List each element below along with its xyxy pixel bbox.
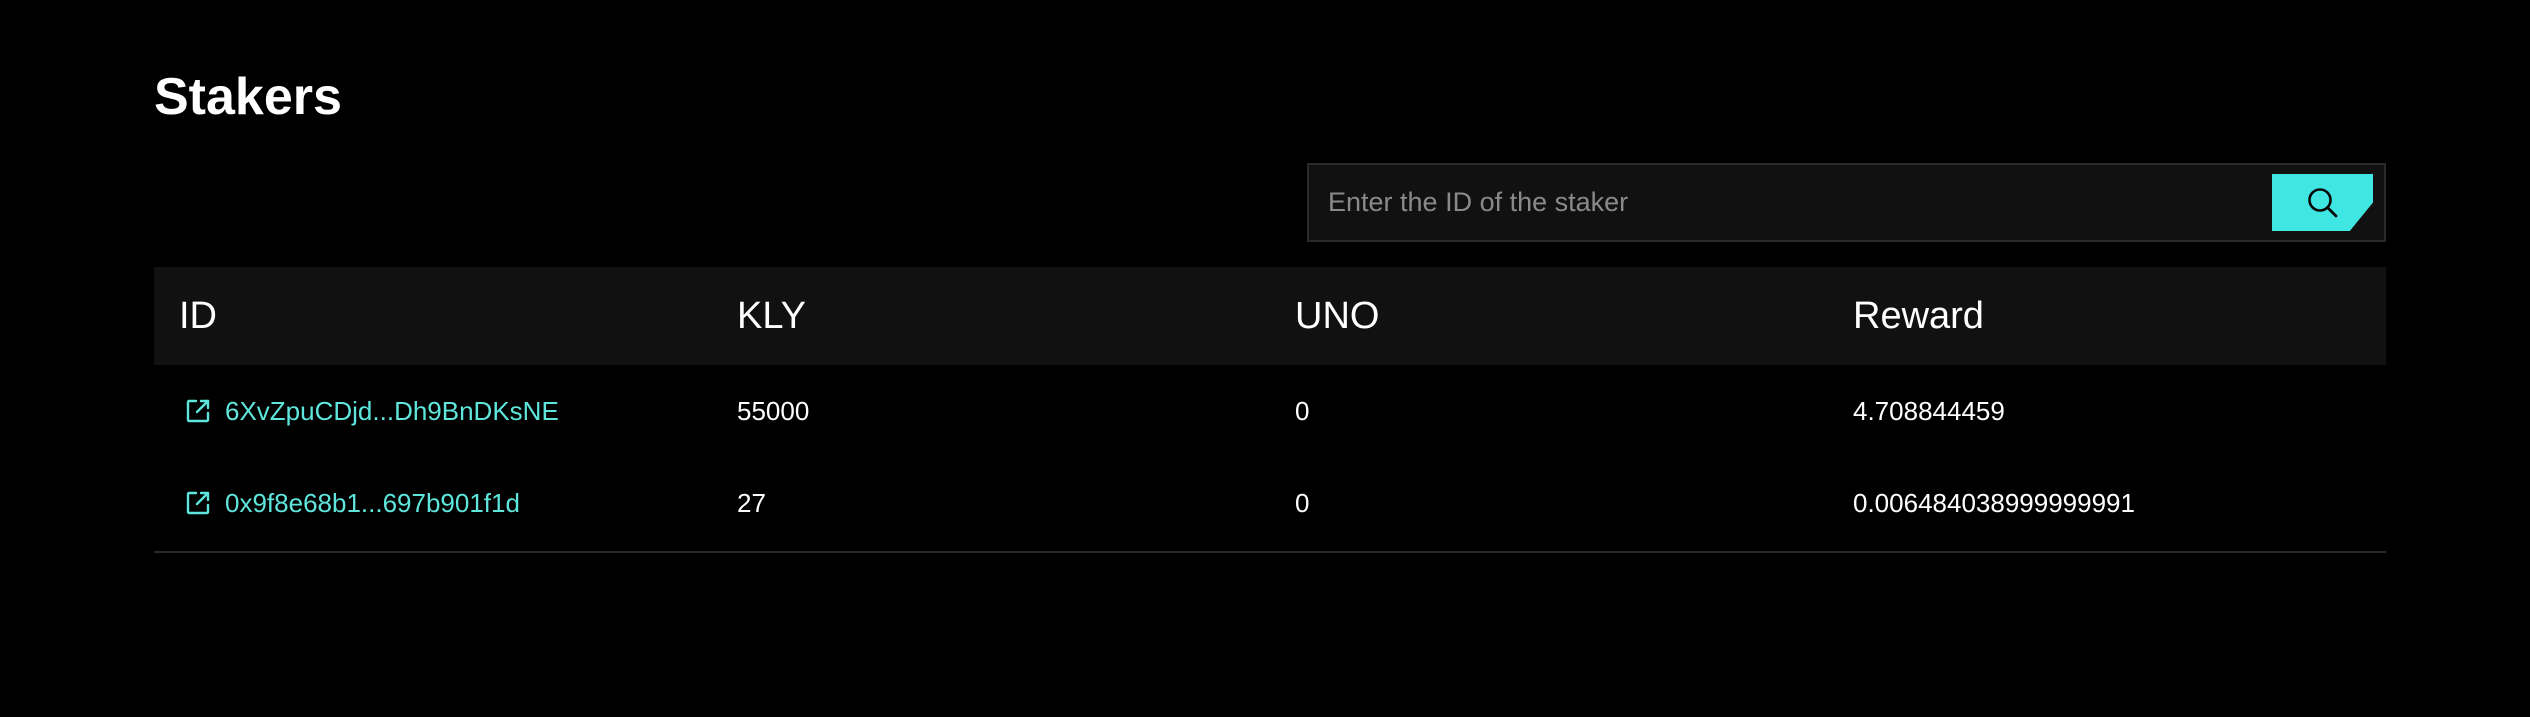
staker-id-cell: 0x9f8e68b1...697b901f1d xyxy=(154,488,712,519)
external-link-icon[interactable] xyxy=(184,489,212,517)
uno-value: 0 xyxy=(1295,395,1310,426)
page-title: Stakers xyxy=(154,68,342,126)
table-header: ID KLY UNO Reward xyxy=(154,267,2386,365)
stakers-table: ID KLY UNO Reward 6XvZpuCDjd...Dh9BnDKsN… xyxy=(154,267,2386,553)
search-icon xyxy=(2306,186,2340,220)
stakers-page: Stakers ID KLY UNO Reward xyxy=(0,0,2530,717)
column-header-id: ID xyxy=(179,294,217,337)
search-bar xyxy=(1307,163,2386,242)
column-header-uno: UNO xyxy=(1295,294,1380,337)
table-body: 6XvZpuCDjd...Dh9BnDKsNE 55000 0 4.708844… xyxy=(154,365,2386,553)
column-header-kly: KLY xyxy=(737,294,807,337)
staker-id-link[interactable]: 6XvZpuCDjd...Dh9BnDKsNE xyxy=(225,396,559,427)
staker-id-cell: 6XvZpuCDjd...Dh9BnDKsNE xyxy=(154,396,712,427)
search-input[interactable] xyxy=(1309,165,2272,240)
kly-value: 27 xyxy=(737,487,766,518)
search-button[interactable] xyxy=(2272,174,2373,231)
external-link-icon[interactable] xyxy=(184,397,212,425)
reward-value: 0.006484038999999991 xyxy=(1853,487,2135,518)
staker-id-link[interactable]: 0x9f8e68b1...697b901f1d xyxy=(225,488,520,519)
column-header-reward: Reward xyxy=(1853,294,1984,337)
table-row: 6XvZpuCDjd...Dh9BnDKsNE 55000 0 4.708844… xyxy=(154,365,2386,457)
kly-value: 55000 xyxy=(737,395,810,426)
reward-value: 4.708844459 xyxy=(1853,395,2005,426)
table-row: 0x9f8e68b1...697b901f1d 27 0 0.006484038… xyxy=(154,457,2386,549)
uno-value: 0 xyxy=(1295,487,1310,518)
